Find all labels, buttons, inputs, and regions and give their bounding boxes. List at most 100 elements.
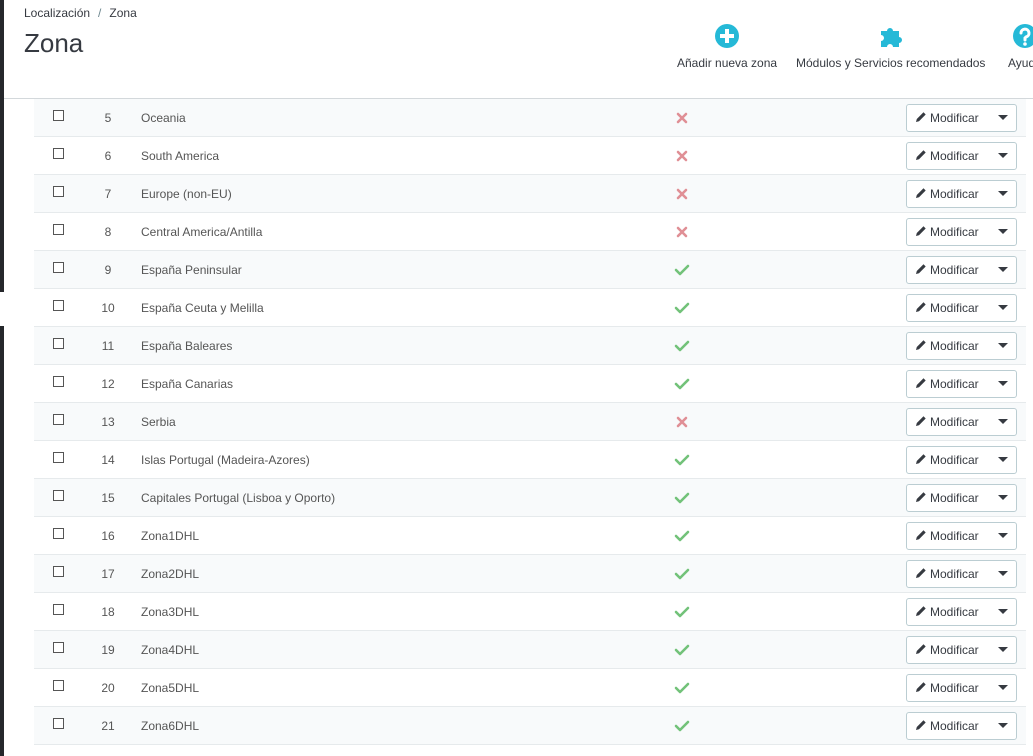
caret-down-icon: [998, 115, 1008, 120]
zone-id: 18: [101, 605, 115, 619]
row-checkbox[interactable]: [53, 110, 64, 121]
sidebar-toggle-tab[interactable]: [0, 292, 4, 326]
cross-icon[interactable]: [674, 149, 690, 163]
row-checkbox[interactable]: [53, 262, 64, 273]
puzzle-icon: [880, 28, 902, 47]
plus-circle-icon: [715, 24, 740, 48]
edit-button[interactable]: Modificar: [907, 333, 987, 359]
cross-icon[interactable]: [674, 111, 690, 125]
edit-button[interactable]: Modificar: [907, 713, 987, 739]
row-actions-dropdown-button[interactable]: [991, 485, 1016, 511]
row-checkbox[interactable]: [53, 528, 64, 539]
check-icon[interactable]: [674, 301, 690, 315]
edit-button[interactable]: Modificar: [907, 523, 987, 549]
row-checkbox[interactable]: [53, 490, 64, 501]
row-actions-dropdown-button[interactable]: [991, 219, 1016, 245]
cross-icon[interactable]: [674, 187, 690, 201]
row-actions-dropdown-button[interactable]: [991, 675, 1016, 701]
pencil-icon: [916, 188, 926, 198]
row-actions-dropdown-button[interactable]: [991, 409, 1016, 435]
add-new-zone-label: Añadir nueva zona: [677, 56, 778, 70]
row-actions: Modificar: [906, 180, 1017, 208]
row-checkbox[interactable]: [53, 414, 64, 425]
table-row: 5 Oceania Modificar: [34, 99, 1026, 137]
edit-button[interactable]: Modificar: [907, 637, 987, 663]
row-actions-dropdown-button[interactable]: [991, 637, 1016, 663]
pencil-icon: [916, 492, 926, 502]
edit-button-label: Modificar: [930, 719, 979, 733]
cross-icon[interactable]: [674, 415, 690, 429]
row-actions-dropdown-button[interactable]: [991, 143, 1016, 169]
recommended-modules-button[interactable]: Módulos y Servicios recomendados: [796, 22, 985, 70]
row-checkbox[interactable]: [53, 718, 64, 729]
row-actions-dropdown-button[interactable]: [991, 105, 1016, 131]
row-checkbox[interactable]: [53, 224, 64, 235]
breadcrumb-current: Zona: [109, 6, 137, 20]
edit-button[interactable]: Modificar: [907, 257, 987, 283]
edit-button[interactable]: Modificar: [907, 599, 987, 625]
edit-button[interactable]: Modificar: [907, 675, 987, 701]
row-checkbox[interactable]: [53, 642, 64, 653]
caret-down-icon: [998, 153, 1008, 158]
zone-id: 8: [104, 225, 112, 239]
edit-button[interactable]: Modificar: [907, 295, 987, 321]
check-icon[interactable]: [674, 453, 690, 467]
check-icon[interactable]: [674, 643, 690, 657]
edit-button[interactable]: Modificar: [907, 371, 987, 397]
pencil-icon: [916, 340, 926, 350]
row-actions: Modificar: [906, 560, 1017, 588]
edit-button[interactable]: Modificar: [907, 485, 987, 511]
row-actions-dropdown-button[interactable]: [991, 523, 1016, 549]
check-icon[interactable]: [674, 681, 690, 695]
check-icon[interactable]: [674, 605, 690, 619]
check-icon[interactable]: [674, 567, 690, 581]
row-actions-dropdown-button[interactable]: [991, 333, 1016, 359]
row-checkbox[interactable]: [53, 604, 64, 615]
edit-button[interactable]: Modificar: [907, 181, 987, 207]
check-icon[interactable]: [674, 263, 690, 277]
row-actions-dropdown-button[interactable]: [991, 447, 1016, 473]
row-checkbox[interactable]: [53, 186, 64, 197]
edit-button[interactable]: Modificar: [907, 143, 987, 169]
help-button[interactable]: Ayuda: [1008, 22, 1033, 70]
add-new-zone-button[interactable]: Añadir nueva zona: [677, 22, 777, 70]
pencil-icon: [916, 682, 926, 692]
check-icon[interactable]: [674, 529, 690, 543]
row-actions-dropdown-button[interactable]: [991, 561, 1016, 587]
caret-down-icon: [998, 381, 1008, 386]
edit-button[interactable]: Modificar: [907, 105, 987, 131]
check-icon[interactable]: [674, 719, 690, 733]
row-checkbox[interactable]: [53, 300, 64, 311]
row-checkbox[interactable]: [53, 452, 64, 463]
zone-name: Zona4DHL: [141, 643, 200, 657]
check-icon[interactable]: [674, 377, 690, 391]
pencil-icon: [916, 568, 926, 578]
breadcrumb-parent[interactable]: Localización: [24, 6, 90, 20]
row-checkbox[interactable]: [53, 148, 64, 159]
row-actions-dropdown-button[interactable]: [991, 599, 1016, 625]
row-actions-dropdown-button[interactable]: [991, 257, 1016, 283]
edit-button-label: Modificar: [930, 681, 979, 695]
check-icon[interactable]: [674, 339, 690, 353]
row-actions: Modificar: [906, 218, 1017, 246]
edit-button[interactable]: Modificar: [907, 561, 987, 587]
caret-down-icon: [998, 571, 1008, 576]
row-actions-dropdown-button[interactable]: [991, 713, 1016, 739]
table-row: 21 Zona6DHL Modificar: [34, 707, 1026, 745]
row-actions-dropdown-button[interactable]: [991, 371, 1016, 397]
row-checkbox[interactable]: [53, 338, 64, 349]
sidebar-edge: [0, 0, 4, 756]
edit-button[interactable]: Modificar: [907, 409, 987, 435]
zone-id: 6: [104, 149, 112, 163]
row-checkbox[interactable]: [53, 376, 64, 387]
edit-button[interactable]: Modificar: [907, 447, 987, 473]
edit-button-label: Modificar: [930, 187, 979, 201]
row-actions-dropdown-button[interactable]: [991, 295, 1016, 321]
edit-button[interactable]: Modificar: [907, 219, 987, 245]
cross-icon[interactable]: [674, 225, 690, 239]
row-actions-dropdown-button[interactable]: [991, 181, 1016, 207]
zone-name: Capitales Portugal (Lisboa y Oporto): [141, 491, 336, 505]
row-checkbox[interactable]: [53, 566, 64, 577]
row-checkbox[interactable]: [53, 680, 64, 691]
check-icon[interactable]: [674, 491, 690, 505]
